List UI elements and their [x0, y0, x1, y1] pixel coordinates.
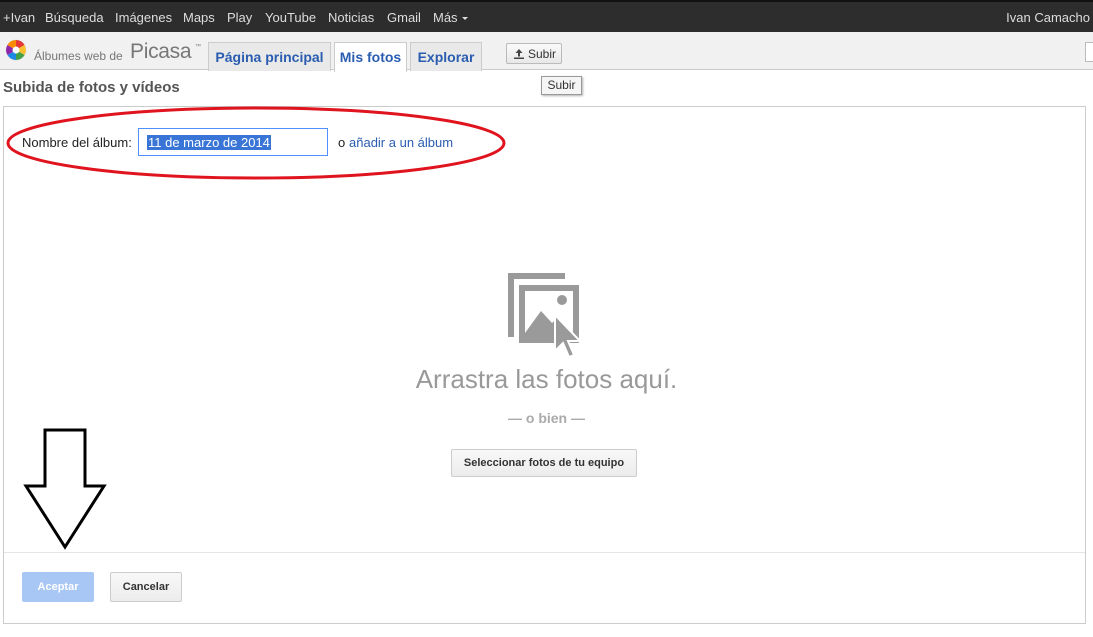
gbar-link-profile[interactable]: +Ivan: [3, 10, 35, 25]
google-bar: +Ivan Búsqueda Imágenes Maps Play YouTub…: [0, 0, 1093, 32]
gbar-link-images[interactable]: Imágenes: [115, 10, 172, 25]
brand-name[interactable]: Picasa: [130, 40, 192, 64]
photo-drop-icon: [508, 273, 583, 359]
gbar-link-play[interactable]: Play: [227, 10, 252, 25]
gbar-link-gmail[interactable]: Gmail: [387, 10, 421, 25]
brand-trademark: ™: [195, 44, 201, 50]
upload-button-label: Subir: [528, 47, 557, 61]
gbar-link-news[interactable]: Noticias: [328, 10, 374, 25]
accept-button[interactable]: Aceptar: [22, 572, 94, 602]
gbar-link-maps[interactable]: Maps: [183, 10, 215, 25]
drop-zone-text: Arrastra las fotos aquí.: [415, 364, 678, 394]
annotation-ellipse: [6, 106, 506, 180]
page-title: Subida de fotos y vídeos: [3, 79, 180, 96]
tab-home[interactable]: Página principal: [208, 42, 331, 71]
tab-explore[interactable]: Explorar: [410, 42, 482, 71]
brand-prefix: Álbumes web de: [34, 49, 123, 63]
cancel-button[interactable]: Cancelar: [110, 572, 182, 602]
gbar-more-label: Más: [433, 10, 458, 25]
gbar-link-search[interactable]: Búsqueda: [45, 10, 104, 25]
gbar-link-more[interactable]: Más: [433, 10, 468, 25]
upload-tooltip: Subir: [541, 76, 582, 95]
chevron-down-icon: [461, 17, 468, 21]
gbar-link-youtube[interactable]: YouTube: [265, 10, 316, 25]
annotation-arrow-down-icon: [23, 428, 107, 550]
user-name[interactable]: Ivan Camacho: [1006, 10, 1090, 25]
picasa-header: Álbumes web de Picasa ™ Página principal…: [0, 32, 1093, 72]
footer-divider: [4, 552, 1085, 553]
or-separator: — o bien —: [508, 410, 585, 426]
upload-icon: [514, 49, 524, 59]
upload-button[interactable]: Subir: [506, 43, 562, 64]
picasa-logo-icon[interactable]: [5, 39, 27, 61]
select-photos-button[interactable]: Seleccionar fotos de tu equipo: [451, 449, 637, 477]
search-box-edge[interactable]: [1085, 42, 1093, 62]
tab-my-photos[interactable]: Mis fotos: [334, 42, 407, 72]
